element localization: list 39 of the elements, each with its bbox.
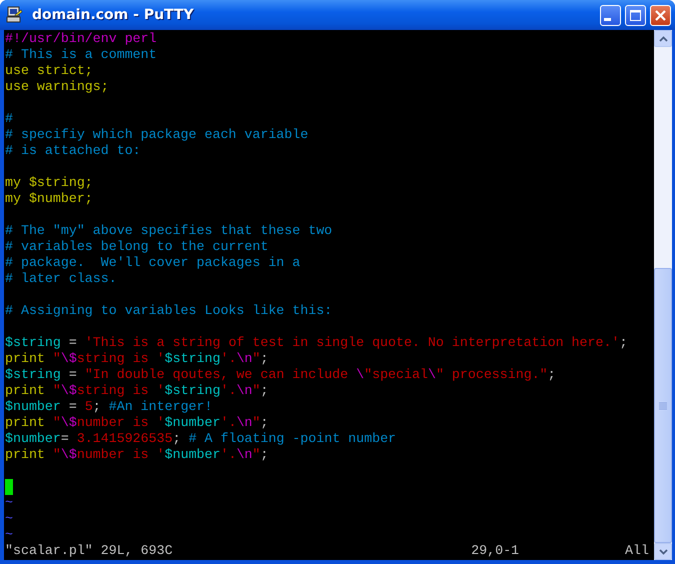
scrollbar-thumb[interactable] [654,268,672,543]
code-line: # specifiy which package each variable [5,127,308,143]
file-info: "scalar.pl" 29L, 693C [5,543,173,559]
code-line: $number = 5; #An interger! [5,399,212,415]
code-line: # [5,111,13,127]
code-line: print "\$number is '$number'.\n"; [5,415,268,431]
code-line: # is attached to: [5,143,141,159]
empty-line-marker: ~ [5,495,13,511]
empty-line-marker: ~ [5,511,13,527]
scroll-position: All [625,543,649,559]
code-line: $number= 3.1415926535; # A floating -point number [5,431,396,447]
code-line: my $string; [5,175,93,191]
minimize-icon [604,18,610,21]
empty-line-marker: ~ [5,527,13,543]
code-line: # package. We'll cover packages in a [5,255,300,271]
text-cursor [5,479,13,495]
scroll-down-button[interactable] [654,543,672,560]
code-line: #!/usr/bin/env perl [5,31,157,47]
code-line: $string = "In double qoutes, we can include \"special\" processing."; [5,367,556,383]
scroll-up-button[interactable] [654,30,672,47]
code-line: my $number; [5,191,93,207]
code-line: print "\$string is '$string'.\n"; [5,383,268,399]
code-line: use strict; [5,63,93,79]
code-line: # variables belong to the current [5,239,268,255]
cursor-position: 29,0-1 [471,543,520,559]
code-line: # This is a comment [5,47,157,63]
code-line: $string = 'This is a string of test in single quote. No interpretation here.'; [5,335,628,351]
code-line: # Assigning to variables Looks like this: [5,303,332,319]
code-line: # The "my" above specifies that these two [5,223,332,239]
window-title: domain.com - PuTTY [32,6,195,24]
computer-icon [6,6,24,24]
grip-icon [659,402,667,410]
code-line: # later class. [5,271,117,287]
code-line: use warnings; [5,79,109,95]
close-button[interactable] [650,4,671,26]
code-line: print "\$string is '$string'.\n"; [5,351,268,367]
code-line: print "\$number is '$number'.\n"; [5,447,268,463]
minimize-button[interactable] [600,4,621,26]
maximize-button[interactable] [625,4,646,26]
